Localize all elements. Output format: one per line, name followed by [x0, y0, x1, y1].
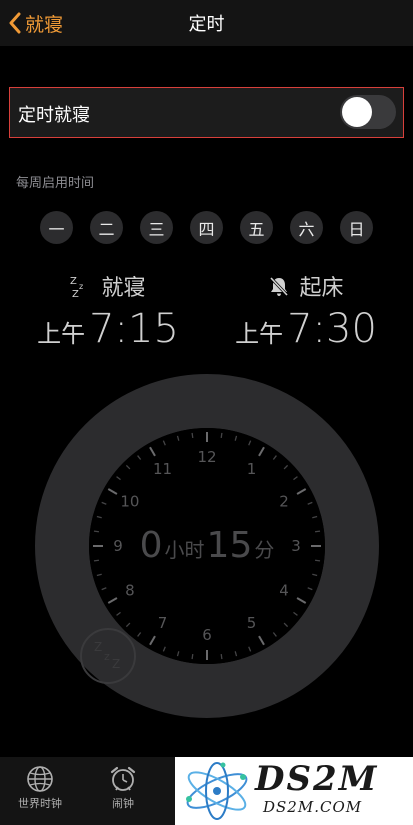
dial-number: 9	[113, 537, 123, 555]
watermark: DS2M DS2M.COM	[175, 757, 413, 825]
watermark-sub-text: DS2M.COM	[263, 798, 363, 816]
dial-number: 4	[279, 582, 289, 600]
dial-tick	[220, 432, 223, 439]
dial-number: 10	[120, 493, 139, 511]
dial-tick	[314, 559, 321, 562]
dial-number: 2	[279, 493, 289, 511]
dial-tick	[191, 432, 194, 439]
atom-logo	[186, 762, 248, 820]
dial-tick	[93, 530, 100, 533]
dial-number: 6	[202, 626, 212, 644]
svg-text:z: z	[104, 650, 110, 663]
dial-number: 8	[125, 582, 135, 600]
svg-text:Z: Z	[94, 640, 102, 654]
dial-number: 3	[291, 537, 301, 555]
dial-number: 5	[247, 614, 257, 632]
tab-world-clock-label: 世界时钟	[18, 797, 62, 810]
dial-tick	[93, 559, 100, 562]
dial-number: 7	[158, 614, 168, 632]
globe-icon	[27, 766, 53, 792]
dial-number: 12	[197, 448, 216, 466]
svg-text:Z: Z	[112, 657, 120, 671]
dial-number: 1	[247, 460, 257, 478]
dial-tick	[191, 653, 194, 660]
watermark-main-text: DS2M	[255, 759, 379, 799]
alarm-clock-icon	[110, 766, 136, 791]
tab-alarm-label: 闹钟	[112, 797, 134, 810]
tab-world-clock[interactable]: 世界时钟	[0, 757, 80, 825]
dial-number: 11	[153, 460, 172, 478]
dial-tick	[220, 653, 223, 660]
tab-alarm[interactable]: 闹钟	[83, 757, 163, 825]
sleep-dial[interactable]: 121234567891011 0 小时15 分 Z z Z	[0, 0, 413, 757]
dial-tick	[314, 530, 321, 533]
